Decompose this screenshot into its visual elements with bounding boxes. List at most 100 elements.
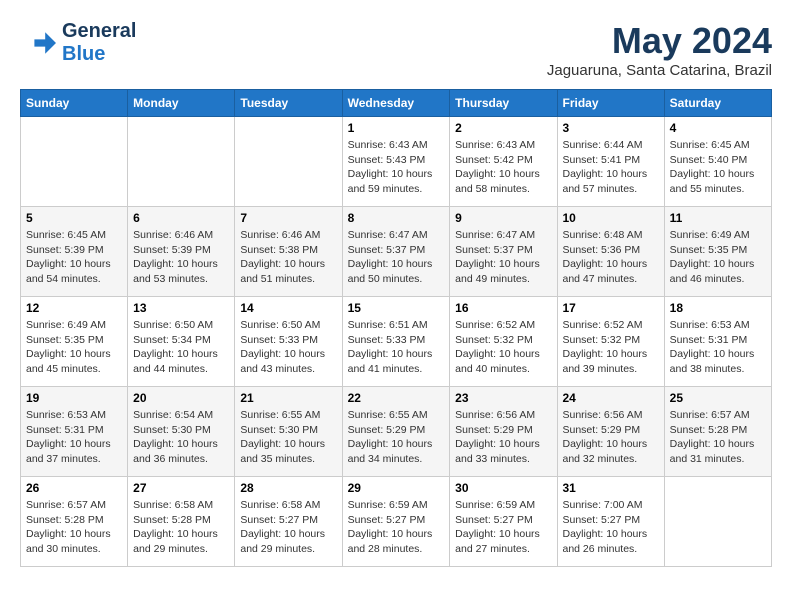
day-cell-18: 18Sunrise: 6:53 AM Sunset: 5:31 PM Dayli… — [664, 297, 771, 387]
day-info: Sunrise: 6:47 AM Sunset: 5:37 PM Dayligh… — [348, 228, 445, 287]
day-info: Sunrise: 6:58 AM Sunset: 5:27 PM Dayligh… — [240, 498, 336, 557]
day-info: Sunrise: 6:59 AM Sunset: 5:27 PM Dayligh… — [348, 498, 445, 557]
day-cell-2: 2 Sunrise: 6:43 AM Sunset: 5:42 PM Daylig… — [450, 117, 557, 207]
day-info: Sunrise: 6:56 AM Sunset: 5:29 PM Dayligh… — [563, 408, 659, 467]
day-number: 17 — [563, 301, 659, 315]
day-number: 19 — [26, 391, 122, 405]
day-number: 31 — [563, 481, 659, 495]
day-header-monday: Monday — [128, 90, 235, 117]
day-header-friday: Friday — [557, 90, 664, 117]
day-cell-10: 10 Sunrise: 6:48 AM Sunset: 5:36 PM Dayli… — [557, 207, 664, 297]
day-info: Sunrise: 7:00 AM Sunset: 5:27 PM Dayligh… — [563, 498, 659, 557]
logo-icon — [20, 25, 56, 61]
day-number: 23 — [455, 391, 551, 405]
day-number: 8 — [348, 211, 445, 225]
day-cell-16: 16Sunrise: 6:52 AM Sunset: 5:32 PM Dayli… — [450, 297, 557, 387]
day-header-thursday: Thursday — [450, 90, 557, 117]
day-cell-19: 19 Sunrise: 6:53 AM Sunset: 5:31 PM Dayli… — [21, 387, 128, 477]
day-cell-30: 30 Sunrise: 6:59 AM Sunset: 5:27 PM Dayli… — [450, 477, 557, 567]
day-number: 24 — [563, 391, 659, 405]
day-info: Sunrise: 6:56 AM Sunset: 5:29 PM Dayligh… — [455, 408, 551, 467]
day-cell-23: 23 Sunrise: 6:56 AM Sunset: 5:29 PM Dayli… — [450, 387, 557, 477]
day-cell-12: 12Sunrise: 6:49 AM Sunset: 5:35 PM Dayli… — [21, 297, 128, 387]
day-header-sunday: Sunday — [21, 90, 128, 117]
day-cell-empty — [128, 117, 235, 207]
day-number: 3 — [563, 121, 659, 135]
day-cell-11: 11Sunrise: 6:49 AM Sunset: 5:35 PM Dayli… — [664, 207, 771, 297]
day-cell-22: 22 Sunrise: 6:55 AM Sunset: 5:29 PM Dayli… — [342, 387, 450, 477]
day-number: 10 — [563, 211, 659, 225]
day-info: Sunrise: 6:53 AM Sunset: 5:31 PM Dayligh… — [26, 408, 122, 467]
page-header: General Blue May 2024 Jaguaruna, Santa C… — [20, 20, 772, 79]
day-number: 7 — [240, 211, 336, 225]
day-info: Sunrise: 6:48 AM Sunset: 5:36 PM Dayligh… — [563, 228, 659, 287]
day-info: Sunrise: 6:57 AM Sunset: 5:28 PM Dayligh… — [670, 408, 766, 467]
day-info: Sunrise: 6:50 AM Sunset: 5:33 PM Dayligh… — [240, 318, 336, 377]
day-cell-empty — [235, 117, 342, 207]
day-cell-31: 31 Sunrise: 7:00 AM Sunset: 5:27 PM Dayli… — [557, 477, 664, 567]
day-cell-6: 6 Sunrise: 6:46 AM Sunset: 5:39 PM Daylig… — [128, 207, 235, 297]
day-cell-4: 4Sunrise: 6:45 AM Sunset: 5:40 PM Daylig… — [664, 117, 771, 207]
day-header-saturday: Saturday — [664, 90, 771, 117]
day-info: Sunrise: 6:43 AM Sunset: 5:42 PM Dayligh… — [455, 138, 551, 197]
day-info: Sunrise: 6:52 AM Sunset: 5:32 PM Dayligh… — [563, 318, 659, 377]
day-cell-7: 7 Sunrise: 6:46 AM Sunset: 5:38 PM Daylig… — [235, 207, 342, 297]
day-info: Sunrise: 6:55 AM Sunset: 5:29 PM Dayligh… — [348, 408, 445, 467]
day-number: 2 — [455, 121, 551, 135]
calendar-subtitle: Jaguaruna, Santa Catarina, Brazil — [547, 62, 772, 79]
day-info: Sunrise: 6:43 AM Sunset: 5:43 PM Dayligh… — [348, 138, 445, 197]
day-info: Sunrise: 6:49 AM Sunset: 5:35 PM Dayligh… — [26, 318, 122, 377]
day-cell-1: 1 Sunrise: 6:43 AM Sunset: 5:43 PM Daylig… — [342, 117, 450, 207]
day-number: 14 — [240, 301, 336, 315]
day-cell-24: 24 Sunrise: 6:56 AM Sunset: 5:29 PM Dayli… — [557, 387, 664, 477]
week-row-1: 1 Sunrise: 6:43 AM Sunset: 5:43 PM Daylig… — [21, 117, 772, 207]
day-cell-empty — [21, 117, 128, 207]
day-cell-9: 9 Sunrise: 6:47 AM Sunset: 5:37 PM Daylig… — [450, 207, 557, 297]
day-info: Sunrise: 6:53 AM Sunset: 5:31 PM Dayligh… — [670, 318, 766, 377]
day-header-tuesday: Tuesday — [235, 90, 342, 117]
day-info: Sunrise: 6:46 AM Sunset: 5:38 PM Dayligh… — [240, 228, 336, 287]
day-cell-13: 13 Sunrise: 6:50 AM Sunset: 5:34 PM Dayli… — [128, 297, 235, 387]
day-header-wednesday: Wednesday — [342, 90, 450, 117]
day-cell-3: 3 Sunrise: 6:44 AM Sunset: 5:41 PM Daylig… — [557, 117, 664, 207]
day-cell-29: 29 Sunrise: 6:59 AM Sunset: 5:27 PM Dayli… — [342, 477, 450, 567]
day-cell-25: 25 Sunrise: 6:57 AM Sunset: 5:28 PM Dayli… — [664, 387, 771, 477]
day-info: Sunrise: 6:46 AM Sunset: 5:39 PM Dayligh… — [133, 228, 229, 287]
day-info: Sunrise: 6:58 AM Sunset: 5:28 PM Dayligh… — [133, 498, 229, 557]
day-cell-21: 21Sunrise: 6:55 AM Sunset: 5:30 PM Dayli… — [235, 387, 342, 477]
day-number: 9 — [455, 211, 551, 225]
day-cell-14: 14 Sunrise: 6:50 AM Sunset: 5:33 PM Dayli… — [235, 297, 342, 387]
day-cell-8: 8 Sunrise: 6:47 AM Sunset: 5:37 PM Daylig… — [342, 207, 450, 297]
day-info: Sunrise: 6:45 AM Sunset: 5:39 PM Dayligh… — [26, 228, 122, 287]
week-row-5: 26 Sunrise: 6:57 AM Sunset: 5:28 PM Dayli… — [21, 477, 772, 567]
day-number: 13 — [133, 301, 229, 315]
day-info: Sunrise: 6:54 AM Sunset: 5:30 PM Dayligh… — [133, 408, 229, 467]
week-row-4: 19 Sunrise: 6:53 AM Sunset: 5:31 PM Dayli… — [21, 387, 772, 477]
day-number: 28 — [240, 481, 336, 495]
day-number: 1 — [348, 121, 445, 135]
day-number: 29 — [348, 481, 445, 495]
logo-text-line2: Blue — [62, 43, 136, 66]
day-cell-26: 26 Sunrise: 6:57 AM Sunset: 5:28 PM Dayli… — [21, 477, 128, 567]
logo: General Blue — [20, 20, 136, 66]
day-info: Sunrise: 6:57 AM Sunset: 5:28 PM Dayligh… — [26, 498, 122, 557]
day-number: 11 — [670, 211, 766, 225]
day-info: Sunrise: 6:44 AM Sunset: 5:41 PM Dayligh… — [563, 138, 659, 197]
day-number: 26 — [26, 481, 122, 495]
day-number: 6 — [133, 211, 229, 225]
day-number: 25 — [670, 391, 766, 405]
day-cell-27: 27 Sunrise: 6:58 AM Sunset: 5:28 PM Dayli… — [128, 477, 235, 567]
day-info: Sunrise: 6:47 AM Sunset: 5:37 PM Dayligh… — [455, 228, 551, 287]
day-number: 20 — [133, 391, 229, 405]
day-info: Sunrise: 6:59 AM Sunset: 5:27 PM Dayligh… — [455, 498, 551, 557]
title-block: May 2024 Jaguaruna, Santa Catarina, Braz… — [547, 20, 772, 79]
day-number: 27 — [133, 481, 229, 495]
calendar-title: May 2024 — [547, 20, 772, 62]
day-cell-empty — [664, 477, 771, 567]
day-number: 15 — [348, 301, 445, 315]
day-cell-17: 17 Sunrise: 6:52 AM Sunset: 5:32 PM Dayli… — [557, 297, 664, 387]
day-number: 30 — [455, 481, 551, 495]
day-number: 22 — [348, 391, 445, 405]
day-info: Sunrise: 6:51 AM Sunset: 5:33 PM Dayligh… — [348, 318, 445, 377]
day-info: Sunrise: 6:50 AM Sunset: 5:34 PM Dayligh… — [133, 318, 229, 377]
